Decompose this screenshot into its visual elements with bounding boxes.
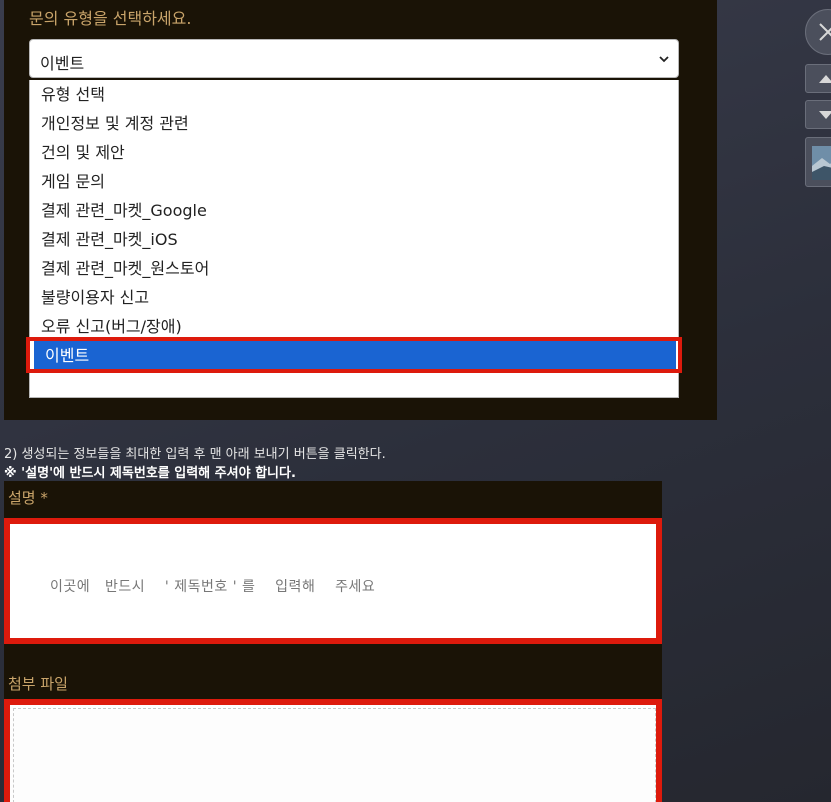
option-suggestion[interactable]: 건의 및 제안 <box>30 138 678 167</box>
chevron-down-icon <box>659 56 669 63</box>
image-thumbnail-icon <box>812 146 831 180</box>
description-placeholder: 이곳에 반드시 ' 제독번호 ' 를 입력해 주세요 <box>50 579 376 595</box>
arrow-down-icon <box>819 111 831 119</box>
close-icon <box>819 23 831 41</box>
description-textarea[interactable]: 이곳에 반드시 ' 제독번호 ' 를 입력해 주세요 <box>4 518 662 644</box>
inquiry-type-select[interactable]: 이벤트 <box>29 39 679 78</box>
attachment-dropzone[interactable] <box>4 699 662 802</box>
option-report-user[interactable]: 불량이용자 신고 <box>30 283 678 312</box>
instruction-note: ※ '설명'에 반드시 제독번호를 입력해 주셔야 합니다. <box>4 466 296 481</box>
option-account[interactable]: 개인정보 및 계정 관련 <box>30 109 678 138</box>
close-button[interactable] <box>805 9 831 55</box>
option-game[interactable]: 게임 문의 <box>30 167 678 196</box>
instruction-step2: 2) 생성되는 정보들을 최대한 입력 후 맨 아래 보내기 버튼을 클릭한다. <box>4 447 386 462</box>
option-payment-ios[interactable]: 결제 관련_마켓_iOS <box>30 225 678 254</box>
option-payment-onestore[interactable]: 결제 관련_마켓_원스토어 <box>30 254 678 283</box>
selected-option-highlight <box>26 337 682 373</box>
inquiry-type-label: 문의 유형을 선택하세요. <box>29 9 192 28</box>
scroll-up-button[interactable] <box>805 64 831 93</box>
dropzone-border <box>13 708 656 802</box>
description-label: 설명 * <box>8 489 48 507</box>
image-thumbnail[interactable] <box>805 137 831 187</box>
option-payment-google[interactable]: 결제 관련_마켓_Google <box>30 196 678 225</box>
scroll-down-button[interactable] <box>805 100 831 129</box>
select-current-value: 이벤트 <box>40 54 85 73</box>
option-select-type[interactable]: 유형 선택 <box>30 80 678 109</box>
arrow-up-icon <box>819 75 831 83</box>
attachment-label: 첨부 파일 <box>8 675 68 693</box>
